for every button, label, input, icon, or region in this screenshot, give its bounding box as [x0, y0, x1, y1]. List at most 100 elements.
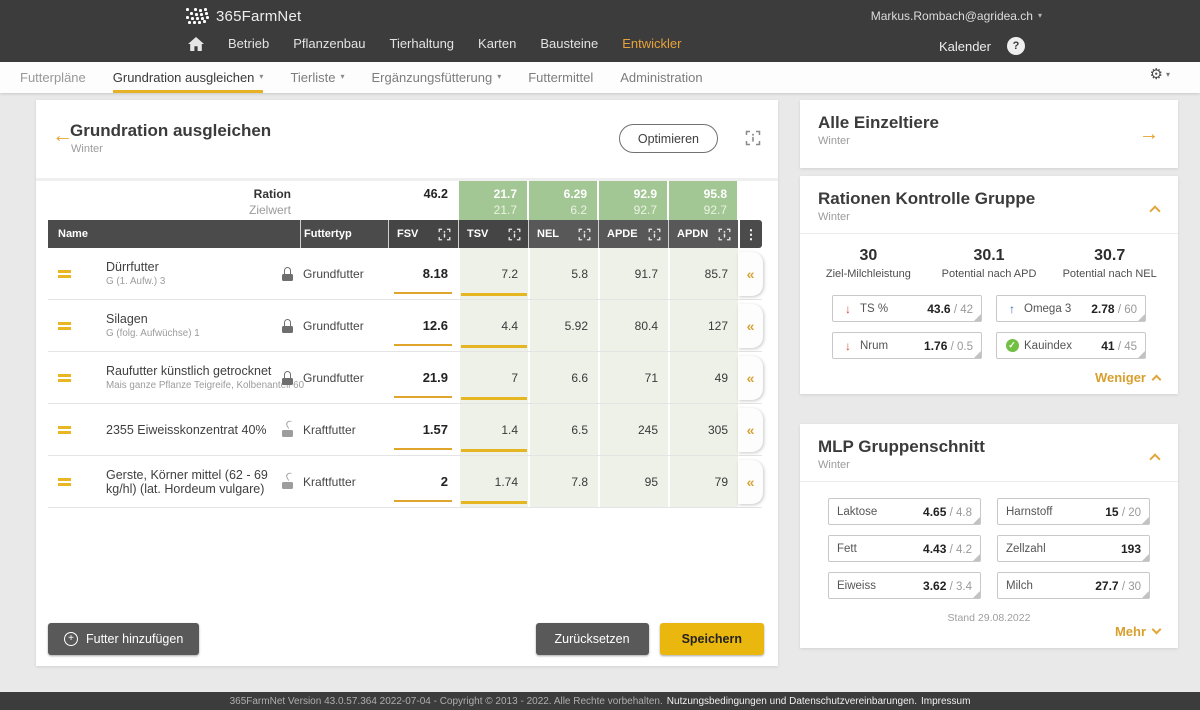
feed-name: Gerste, Körner mittel (62 - 69 kg/hl) (l… [106, 468, 300, 496]
arrow-down-icon: ↓ [841, 303, 855, 315]
chevron-down-icon [1152, 625, 1162, 635]
tsv-input[interactable]: 1.74 [458, 456, 528, 507]
tsv-input[interactable]: 4.4 [458, 300, 528, 351]
tab-administration[interactable]: Administration [620, 62, 702, 93]
tab-futtermittel[interactable]: Futtermittel [528, 62, 593, 93]
terms-link[interactable]: Nutzungsbedingungen und Datenschutzverei… [667, 696, 917, 707]
chip-harnstoff[interactable]: Harnstoff 15 / 20 [997, 498, 1150, 525]
tsv-input[interactable]: 7.2 [458, 248, 528, 299]
col-header-apde: APDE [598, 220, 668, 248]
fsv-input[interactable]: 1.57 [388, 404, 458, 455]
fsv-input[interactable]: 12.6 [388, 300, 458, 351]
nel-value: 6.6 [528, 352, 598, 403]
drag-handle-icon[interactable] [58, 322, 71, 330]
nel-value: 5.92 [528, 300, 598, 351]
nav-item-entwickler[interactable]: Entwickler [622, 36, 681, 51]
col-header-nel: NEL [528, 220, 598, 248]
arrow-down-icon: ↓ [841, 340, 855, 352]
apdn-value: 79 [668, 456, 738, 507]
lock-icon[interactable] [282, 267, 293, 286]
chip-eiweiss[interactable]: Eiweiss 3.62 / 3.4 [828, 572, 981, 599]
nel-value: 7.8 [528, 456, 598, 507]
tsv-input[interactable]: 7 [458, 352, 528, 403]
bracket-info-icon[interactable] [745, 130, 761, 146]
feed-type: Grundfutter [300, 352, 388, 403]
apde-value: 80.4 [598, 300, 668, 351]
row-collapse-button[interactable]: « [738, 408, 763, 452]
bracket-info-icon[interactable] [508, 228, 521, 241]
tab-ergaenzungsfuetterung[interactable]: Ergänzungsfütterung▾ [371, 62, 501, 93]
mehr-toggle[interactable]: Mehr [1115, 624, 1160, 639]
drag-handle-icon[interactable] [58, 426, 71, 434]
optimize-button[interactable]: Optimieren [619, 124, 718, 153]
table-row: 2355 Eiweisskonzentrat 40% Kraftfutter 1… [48, 404, 762, 456]
chevron-down-icon: ▾ [340, 73, 344, 81]
bracket-info-icon[interactable] [718, 228, 731, 241]
subnav-tabs: Futterpläne Grundration ausgleichen▾ Tie… [20, 62, 703, 93]
feed-type: Grundfutter [300, 248, 388, 299]
nav-item-betrieb[interactable]: Betrieb [228, 36, 269, 51]
topbar: 365FarmNet Markus.Rombach@agridea.ch ▾ B… [0, 0, 1200, 62]
user-menu[interactable]: Markus.Rombach@agridea.ch ▾ [871, 9, 1042, 23]
drag-handle-icon[interactable] [58, 270, 71, 278]
bracket-info-icon[interactable] [648, 228, 661, 241]
tab-futterplaene[interactable]: Futterpläne [20, 62, 86, 93]
row-collapse-button[interactable]: « [738, 460, 763, 504]
app-logo[interactable]: 365FarmNet [185, 7, 301, 25]
lock-icon[interactable] [282, 319, 293, 338]
tab-tierliste[interactable]: Tierliste▾ [290, 62, 344, 93]
chip-zellzahl[interactable]: Zellzahl 193 [997, 535, 1150, 562]
feed-subtitle: G (folg. Aufwüchse) 1 [106, 328, 300, 339]
collapse-chevron-icon[interactable] [1151, 202, 1159, 220]
imprint-link[interactable]: Impressum [921, 696, 970, 707]
add-feed-button[interactable]: + Futter hinzufügen [48, 623, 199, 655]
tsv-input[interactable]: 1.4 [458, 404, 528, 455]
chip-laktose[interactable]: Laktose 4.65 / 4.8 [828, 498, 981, 525]
settings-menu[interactable]: ⚙ ▾ [1150, 67, 1170, 82]
home-icon[interactable] [188, 37, 204, 51]
weniger-toggle[interactable]: Weniger [1095, 370, 1160, 385]
fsv-input[interactable]: 21.9 [388, 352, 458, 403]
drag-handle-icon[interactable] [58, 374, 71, 382]
reset-button[interactable]: Zurücksetzen [536, 623, 649, 655]
lock-icon[interactable] [282, 371, 293, 390]
help-icon[interactable]: ? [1007, 37, 1025, 55]
row-collapse-button[interactable]: « [738, 356, 763, 400]
chip-kauindex[interactable]: ✓ Kauindex 41 / 45 [996, 332, 1146, 359]
nav-item-pflanzenbau[interactable]: Pflanzenbau [293, 36, 365, 51]
zielwert-label: Zielwert [156, 202, 291, 218]
chip-fett[interactable]: Fett 4.43 / 4.2 [828, 535, 981, 562]
collapse-chevron-icon[interactable] [1151, 450, 1159, 468]
nel-value: 6.5 [528, 404, 598, 455]
mlp-stand-date: Stand 29.08.2022 [800, 612, 1178, 624]
feed-type: Grundfutter [300, 300, 388, 351]
chip-milch[interactable]: Milch 27.7 / 30 [997, 572, 1150, 599]
chip-nrum[interactable]: ↓ Nrum 1.76 / 0.5 [832, 332, 982, 359]
bracket-info-icon[interactable] [578, 228, 591, 241]
summary-cell-tsv: 21.7 21.7 [459, 181, 527, 223]
lock-open-icon[interactable] [282, 423, 293, 442]
col-header-fsv: FSV [388, 220, 458, 248]
lock-open-icon[interactable] [282, 475, 293, 494]
nav-item-tierhaltung[interactable]: Tierhaltung [389, 36, 454, 51]
save-button[interactable]: Speichern [660, 623, 764, 655]
row-collapse-button[interactable]: « [738, 252, 763, 296]
drag-handle-icon[interactable] [58, 478, 71, 486]
fsv-input[interactable]: 2 [388, 456, 458, 507]
chip-ts[interactable]: ↓ TS % 43.6 / 42 [832, 295, 982, 322]
double-chevron-left-icon: « [747, 319, 755, 333]
table-menu-button[interactable]: ⋮ [740, 220, 762, 248]
nav-item-bausteine[interactable]: Bausteine [540, 36, 598, 51]
arrow-right-icon[interactable]: → [1139, 124, 1159, 144]
fsv-input[interactable]: 8.18 [388, 248, 458, 299]
nav-item-karten[interactable]: Karten [478, 36, 516, 51]
stat-ziel-milchleistung: 30 Ziel-Milchleistung [808, 247, 929, 280]
row-collapse-button[interactable]: « [738, 304, 763, 348]
topbar-right: Kalender ? [939, 37, 1025, 55]
bracket-info-icon[interactable] [438, 228, 451, 241]
einzeltiere-card[interactable]: Alle Einzeltiere Winter → [800, 100, 1178, 168]
kalender-link[interactable]: Kalender [939, 39, 991, 54]
tab-grundration-ausgleichen[interactable]: Grundration ausgleichen▾ [113, 62, 264, 93]
table-header: Name Futtertyp FSV TSV NEL APDE APDN [48, 220, 762, 248]
chip-omega3[interactable]: ↑ Omega 3 2.78 / 60 [996, 295, 1146, 322]
